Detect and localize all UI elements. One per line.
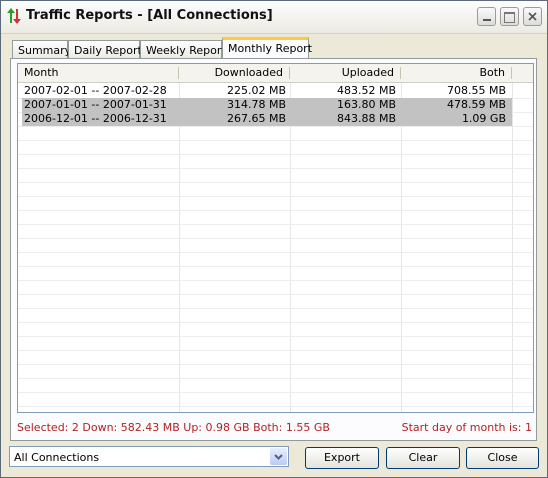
connection-select-value: All Connections [14,451,100,464]
grid-row-line [18,154,533,155]
grid-row-line [18,364,533,365]
grid-column-line [512,83,513,412]
selection-summary: Selected: 2 Down: 582.43 MB Up: 0.98 GB … [17,421,330,434]
monthly-report-table[interactable]: Month Downloaded Uploaded Both 2007-02-0… [17,63,534,413]
grid-row-line [18,308,533,309]
cell-downloaded: 267.65 MB [226,112,286,125]
minimize-button[interactable] [477,7,496,26]
table-header: Month Downloaded Uploaded Both [18,64,533,83]
header-label: Uploaded [341,66,394,79]
tab-weekly-report[interactable]: Weekly Report [140,40,226,58]
grid-row-line [18,392,533,393]
button-label: Clear [408,451,438,464]
tab-monthly-report[interactable]: Monthly Report [222,37,313,59]
close-window-button[interactable] [523,7,542,26]
grid-column-line [401,83,402,412]
grid-row-line [18,322,533,323]
connection-select[interactable]: All Connections [9,446,289,467]
column-header-month[interactable]: Month [18,64,178,82]
close-icon [528,12,537,21]
tab-label: Summary [18,44,72,57]
grid-row-line [18,350,533,351]
cell-both: 478.59 MB [446,98,506,111]
tab-daily-report[interactable]: Daily Report [68,40,142,58]
column-header-uploaded[interactable]: Uploaded [290,64,400,82]
button-label: Close [487,451,518,464]
grid-row-line [18,294,533,295]
grid-row-line [18,406,533,407]
grid-row-line [18,168,533,169]
cell-both: 708.55 MB [446,84,506,97]
cell-both: 1.09 GB [461,112,506,125]
grid-row-line [18,224,533,225]
tab-summary[interactable]: Summary [12,40,72,58]
grid-row-line [18,280,533,281]
cell-downloaded: 225.02 MB [226,84,286,97]
grid-row-line [18,126,533,127]
cell-month: 2007-01-01 -- 2007-01-31 [24,98,167,111]
title-bar[interactable]: Traffic Reports - [All Connections] [1,1,547,34]
clear-button[interactable]: Clear [386,447,460,469]
column-header-downloaded[interactable]: Downloaded [179,64,289,82]
tab-label: Daily Report [74,44,142,57]
minimize-icon [482,19,491,21]
grid-row-line [18,196,533,197]
window-title: Traffic Reports - [All Connections] [26,8,273,23]
tab-label: Weekly Report [146,44,226,57]
maximize-icon [504,12,515,23]
grid-column-line [290,83,291,412]
button-label: Export [323,451,360,464]
grid-row-line [18,378,533,379]
chevron-down-icon [274,454,283,460]
dropdown-button[interactable] [270,448,287,465]
grid-row-line [18,210,533,211]
traffic-arrows-icon [7,8,21,24]
column-header-both[interactable]: Both [401,64,511,82]
table-row[interactable]: 2007-02-01 -- 2007-02-28 225.02 MB 483.5… [22,84,512,98]
header-label: Month [24,66,59,79]
cell-month: 2007-02-01 -- 2007-02-28 [24,84,167,97]
traffic-reports-window: Traffic Reports - [All Connections] Summ… [0,0,548,478]
grid-column-line [179,83,180,412]
header-label: Downloaded [214,66,283,79]
cell-uploaded: 163.80 MB [336,98,396,111]
cell-month: 2006-12-01 -- 2006-12-31 [24,112,167,125]
cell-uploaded: 843.88 MB [336,112,396,125]
cell-downloaded: 314.78 MB [226,98,286,111]
grid-row-line [18,252,533,253]
grid-row-line [18,266,533,267]
start-day-of-month: Start day of month is: 1 [401,421,532,434]
grid-row-line [18,238,533,239]
table-row[interactable]: 2007-01-01 -- 2007-01-31 314.78 MB 163.8… [22,98,512,112]
grid-row-line [18,336,533,337]
cell-uploaded: 483.52 MB [336,84,396,97]
table-row[interactable]: 2006-12-01 -- 2006-12-31 267.65 MB 843.8… [22,112,512,126]
grid-row-line [18,182,533,183]
grid-row-line [18,140,533,141]
tab-label: Monthly Report [228,42,313,55]
column-divider[interactable] [511,67,512,79]
header-label: Both [479,66,505,79]
close-button[interactable]: Close [466,447,539,469]
maximize-button[interactable] [500,7,519,26]
export-button[interactable]: Export [305,447,379,469]
